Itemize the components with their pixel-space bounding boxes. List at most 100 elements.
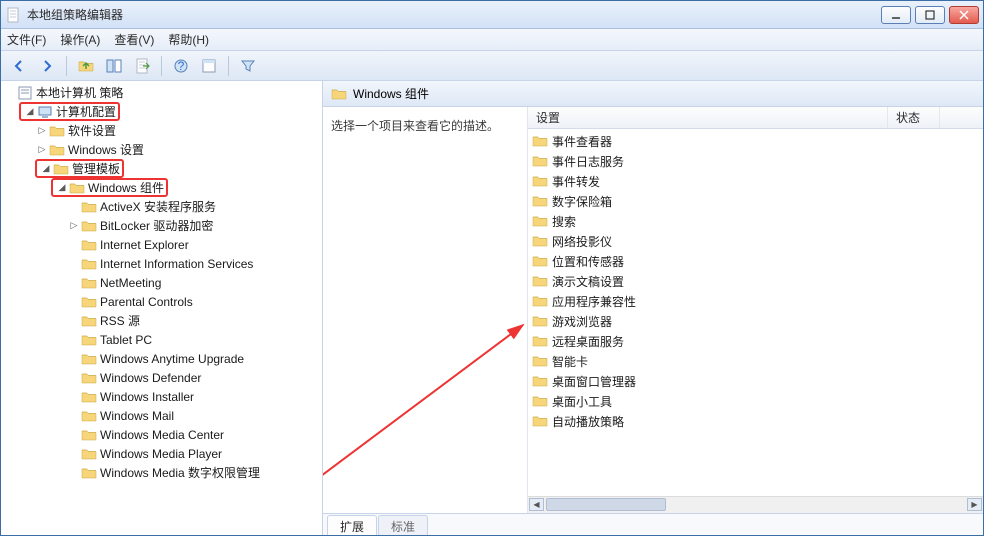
tree-item[interactable]: Windows Media Player — [3, 444, 322, 463]
settings-list[interactable]: 事件查看器事件日志服务事件转发数字保险箱搜索网络投影仪位置和传感器演示文稿设置应… — [528, 129, 983, 496]
tree-item[interactable]: Tablet PC — [3, 330, 322, 349]
expand-icon[interactable] — [67, 200, 81, 214]
tree-item[interactable]: Windows Anytime Upgrade — [3, 349, 322, 368]
list-item[interactable]: 游戏浏览器 — [528, 311, 983, 331]
list-pane: 设置 状态 事件查看器事件日志服务事件转发数字保险箱搜索网络投影仪位置和传感器演… — [528, 107, 983, 513]
list-item[interactable]: 智能卡 — [528, 351, 983, 371]
show-hide-tree-button[interactable] — [102, 54, 126, 78]
folder-icon — [532, 293, 548, 309]
root-icon — [17, 85, 33, 101]
expand-icon[interactable] — [67, 295, 81, 309]
tree-label: NetMeeting — [100, 276, 161, 290]
toolbar-separator — [66, 56, 67, 76]
tree-item[interactable]: NetMeeting — [3, 273, 322, 292]
expand-icon[interactable] — [67, 466, 81, 480]
col-state[interactable]: 状态 — [888, 107, 940, 128]
tree-windows-components[interactable]: ◢ Windows 组件 — [3, 178, 322, 197]
list-item-label: 游戏浏览器 — [552, 313, 612, 330]
list-item[interactable]: 自动播放策略 — [528, 411, 983, 431]
tree-item[interactable]: Windows Defender — [3, 368, 322, 387]
expand-icon[interactable] — [67, 447, 81, 461]
tab-standard[interactable]: 标准 — [378, 515, 428, 535]
computer-icon — [37, 104, 53, 120]
expand-icon[interactable] — [67, 371, 81, 385]
export-list-button[interactable] — [130, 54, 154, 78]
list-item[interactable]: 位置和传感器 — [528, 251, 983, 271]
tree-item[interactable]: Windows Media 数字权限管理 — [3, 463, 322, 482]
collapse-icon[interactable]: ◢ — [55, 181, 69, 195]
folder-icon — [81, 218, 97, 234]
list-item[interactable]: 桌面小工具 — [528, 391, 983, 411]
expand-icon[interactable] — [67, 390, 81, 404]
tree-item[interactable]: Windows Mail — [3, 406, 322, 425]
list-item[interactable]: 远程桌面服务 — [528, 331, 983, 351]
up-button[interactable] — [74, 54, 98, 78]
tree-item[interactable]: Parental Controls — [3, 292, 322, 311]
col-setting[interactable]: 设置 — [528, 107, 888, 128]
list-item[interactable]: 数字保险箱 — [528, 191, 983, 211]
list-item[interactable]: 桌面窗口管理器 — [528, 371, 983, 391]
tab-extended[interactable]: 扩展 — [327, 515, 377, 535]
tree-panel[interactable]: 本地计算机 策略 ◢ 计算机配置 ▷ 软件设置 ▷ — [1, 81, 323, 535]
tree-admin-templates[interactable]: ◢ 管理模板 — [3, 159, 322, 178]
tree-item[interactable]: ▷BitLocker 驱动器加密 — [3, 216, 322, 235]
menubar: 文件(F) 操作(A) 查看(V) 帮助(H) — [1, 29, 983, 51]
expand-icon[interactable] — [67, 238, 81, 252]
horizontal-scrollbar[interactable]: ◀ ▶ — [528, 496, 983, 513]
tree-item[interactable]: Internet Explorer — [3, 235, 322, 254]
tree-item[interactable]: Windows Media Center — [3, 425, 322, 444]
expand-icon[interactable]: ▷ — [67, 219, 81, 233]
expand-icon[interactable] — [67, 428, 81, 442]
list-item[interactable]: 事件查看器 — [528, 131, 983, 151]
collapse-icon[interactable]: ◢ — [23, 105, 37, 119]
menu-view[interactable]: 查看(V) — [114, 31, 154, 48]
menu-file[interactable]: 文件(F) — [7, 31, 46, 48]
close-button[interactable] — [949, 6, 979, 24]
tree-item[interactable]: ActiveX 安装程序服务 — [3, 197, 322, 216]
expand-icon[interactable] — [67, 352, 81, 366]
scroll-left-arrow[interactable]: ◀ — [529, 498, 544, 511]
filter-button[interactable] — [236, 54, 260, 78]
maximize-button[interactable] — [915, 6, 945, 24]
tree-software-settings[interactable]: ▷ 软件设置 — [3, 121, 322, 140]
menu-help[interactable]: 帮助(H) — [168, 31, 209, 48]
back-button[interactable] — [7, 54, 31, 78]
description-text: 选择一个项目来查看它的描述。 — [331, 119, 499, 133]
folder-icon — [532, 333, 548, 349]
scroll-right-arrow[interactable]: ▶ — [967, 498, 982, 511]
tree-computer-config[interactable]: ◢ 计算机配置 — [3, 102, 322, 121]
tree-item[interactable]: Windows Installer — [3, 387, 322, 406]
list-item[interactable]: 演示文稿设置 — [528, 271, 983, 291]
forward-button[interactable] — [35, 54, 59, 78]
minimize-button[interactable] — [881, 6, 911, 24]
folder-icon — [532, 413, 548, 429]
tree: 本地计算机 策略 ◢ 计算机配置 ▷ 软件设置 ▷ — [3, 83, 322, 482]
expand-icon[interactable] — [67, 257, 81, 271]
folder-icon — [532, 273, 548, 289]
tree-root[interactable]: 本地计算机 策略 — [3, 83, 322, 102]
expand-icon[interactable] — [67, 276, 81, 290]
tree-label: 本地计算机 策略 — [36, 84, 123, 101]
expand-icon[interactable] — [67, 409, 81, 423]
properties-button[interactable] — [197, 54, 221, 78]
list-item[interactable]: 网络投影仪 — [528, 231, 983, 251]
list-item-label: 网络投影仪 — [552, 233, 612, 250]
expand-icon[interactable]: ▷ — [35, 143, 49, 157]
tree-windows-settings[interactable]: ▷ Windows 设置 — [3, 140, 322, 159]
window-title: 本地组策略编辑器 — [27, 6, 881, 23]
tree-item[interactable]: RSS 源 — [3, 311, 322, 330]
list-item[interactable]: 搜索 — [528, 211, 983, 231]
list-item[interactable]: 应用程序兼容性 — [528, 291, 983, 311]
expand-icon[interactable] — [67, 314, 81, 328]
folder-icon — [81, 237, 97, 253]
collapse-icon[interactable]: ◢ — [39, 162, 53, 176]
expand-icon[interactable]: ▷ — [35, 124, 49, 138]
tree-item[interactable]: Internet Information Services — [3, 254, 322, 273]
list-item[interactable]: 事件转发 — [528, 171, 983, 191]
menu-action[interactable]: 操作(A) — [60, 31, 100, 48]
expand-icon[interactable] — [3, 86, 17, 100]
expand-icon[interactable] — [67, 333, 81, 347]
list-item[interactable]: 事件日志服务 — [528, 151, 983, 171]
scroll-thumb[interactable] — [546, 498, 666, 511]
help-button[interactable]: ? — [169, 54, 193, 78]
